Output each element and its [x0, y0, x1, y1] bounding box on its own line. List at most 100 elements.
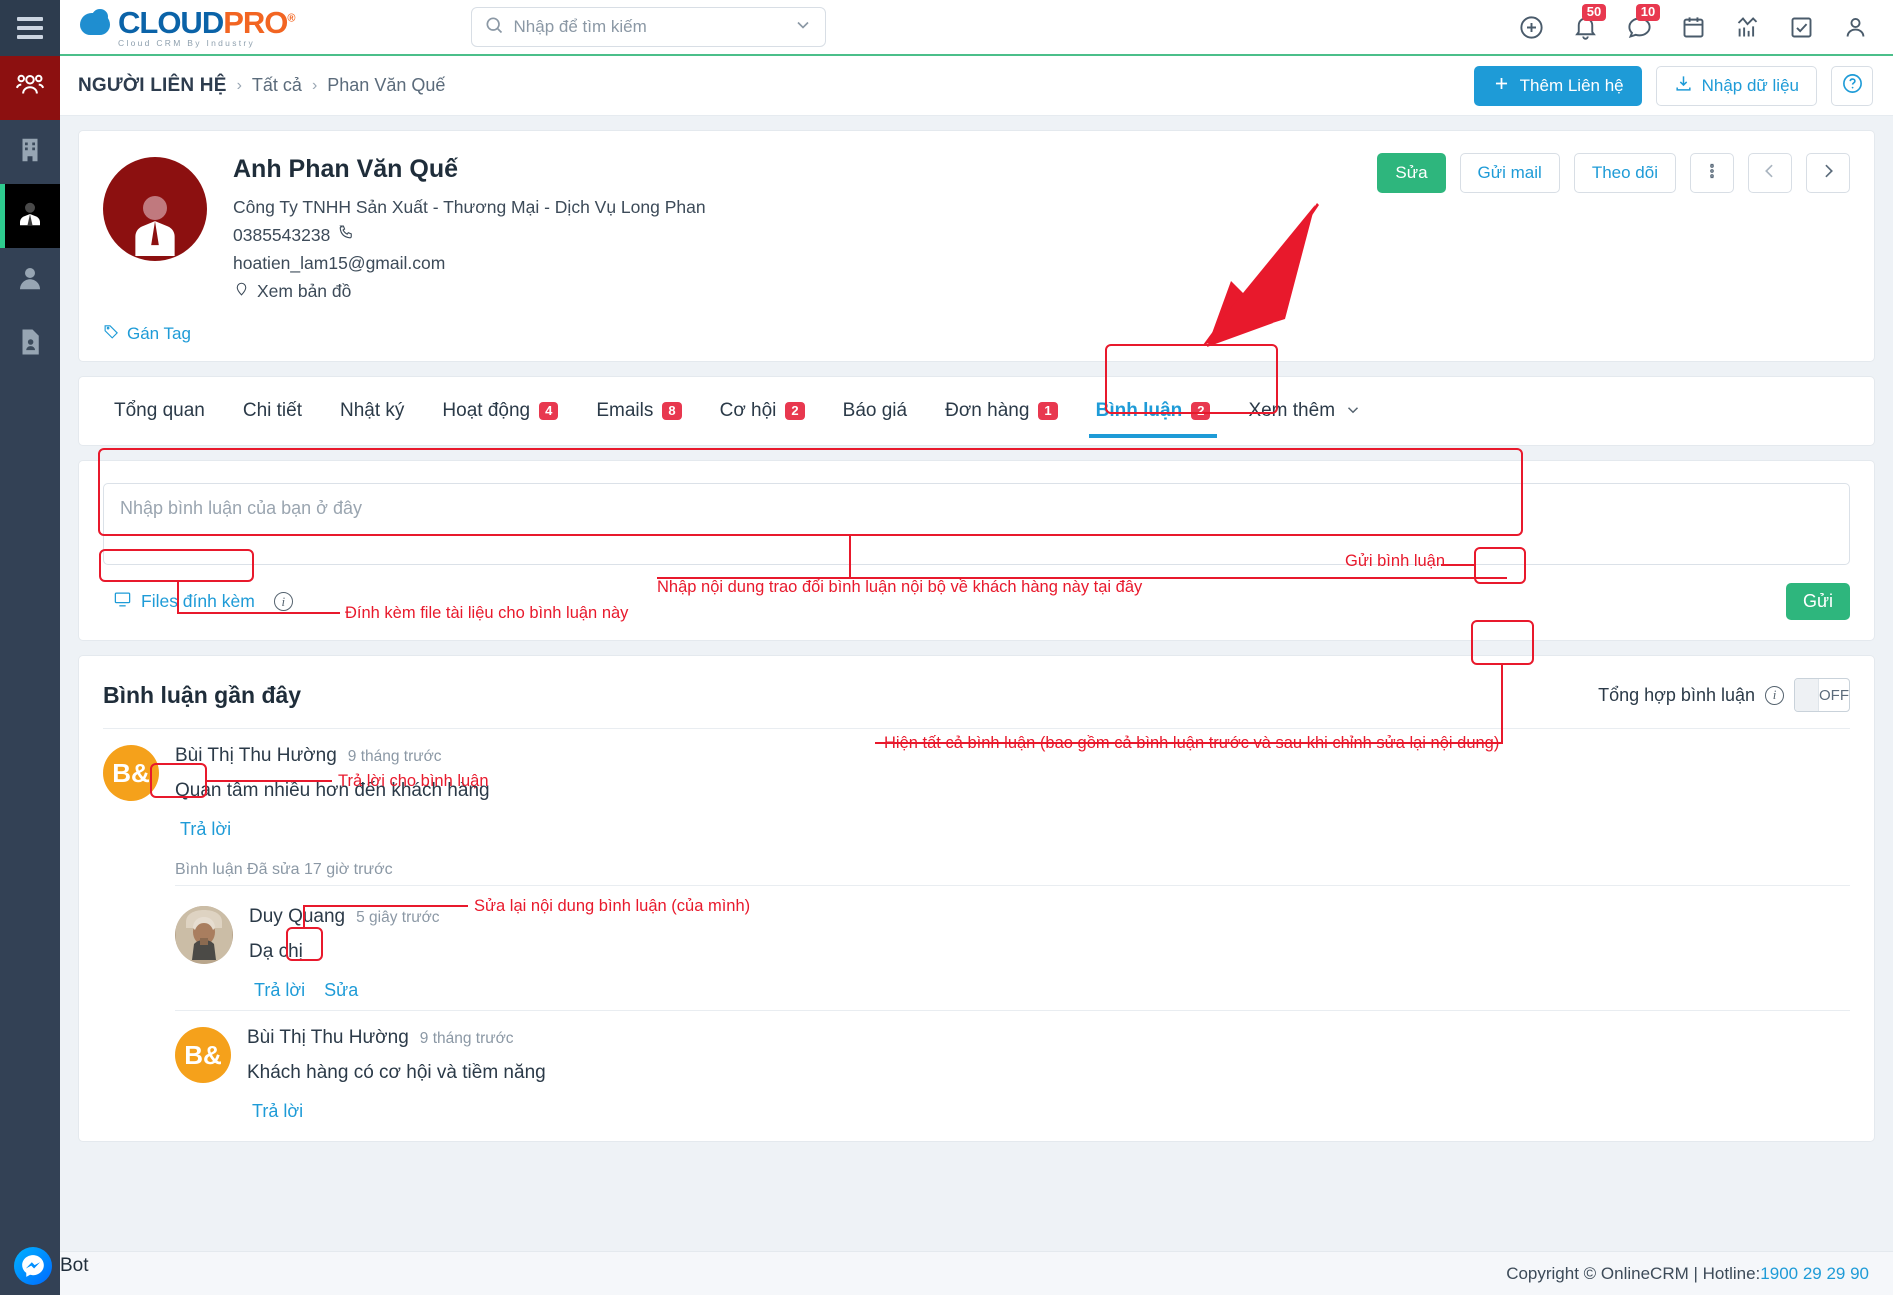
chevron-down-icon[interactable] [793, 15, 813, 40]
tab-badge: 2 [1191, 402, 1211, 420]
tab-tong-quan[interactable]: Tổng quan [95, 377, 224, 445]
add-contact-button[interactable]: Thêm Liên hệ [1473, 65, 1642, 106]
building-icon [15, 135, 45, 170]
contact-summary-card: Anh Phan Văn Quế Công Ty TNHH Sản Xuất -… [78, 130, 1875, 362]
reply-button[interactable]: Trả lời [249, 977, 310, 1004]
tab-chi-tiet[interactable]: Chi tiết [224, 377, 321, 445]
main-area: CLOUDPRO® Cloud CRM By Industry Nhập để … [60, 0, 1893, 1295]
send-mail-button[interactable]: Gửi mail [1459, 153, 1560, 193]
info-circle-icon[interactable]: i [1765, 685, 1784, 705]
user-account-icon[interactable] [1841, 13, 1869, 41]
logo-cloud-text: CLOUD [118, 4, 224, 40]
reply-button[interactable]: Trả lời [175, 816, 236, 843]
breadcrumb-separator-1: › [236, 76, 242, 94]
assign-tag-button[interactable]: Gán Tag [103, 323, 191, 345]
copyright-text: Copyright © OnlineCRM | Hotline: [1506, 1263, 1761, 1283]
comment-author: Bùi Thị Thu Hường [247, 1027, 409, 1048]
info-circle-icon[interactable]: i [273, 592, 293, 611]
toggle-knob [1795, 679, 1819, 711]
tab-label: Chi tiết [242, 400, 302, 421]
sidebar-item-contacts[interactable] [0, 56, 60, 120]
hamburger-menu-icon[interactable] [17, 17, 43, 39]
monitor-upload-icon [113, 590, 132, 614]
cloudpro-logo[interactable]: CLOUDPRO® Cloud CRM By Industry [78, 4, 296, 48]
reply-button[interactable]: Trả lời [247, 1098, 308, 1125]
contact-phone-row: 0385543238 [233, 221, 706, 249]
breadcrumb-current: Phan Văn Quế [327, 75, 446, 95]
tab-nhat-ky[interactable]: Nhật ký [321, 377, 423, 445]
attach-files-button[interactable]: Files đính kèm [103, 585, 265, 619]
tab-don-hang[interactable]: Đơn hàng 1 [926, 377, 1077, 445]
logo-tagline: Cloud CRM By Industry [118, 37, 256, 48]
tag-icon [103, 323, 120, 345]
tab-xem-them[interactable]: Xem thêm [1229, 377, 1381, 445]
page-footer: Copyright © OnlineCRM | Hotline: 1900 29… [60, 1251, 1893, 1295]
breadcrumb-root[interactable]: NGƯỜI LIÊN HỆ [78, 75, 227, 97]
chevron-right-icon [1818, 161, 1838, 186]
send-comment-button[interactable]: Gửi [1785, 583, 1850, 620]
messenger-label: Bot [60, 1255, 89, 1276]
aggregate-comments-toggle[interactable]: OFF [1794, 678, 1850, 712]
sidebar-item-leads[interactable] [0, 184, 60, 248]
breadcrumb: NGƯỜI LIÊN HỆ › Tất cả › Phan Văn Quế [78, 75, 445, 97]
composer-toolbar: Files đính kèm i Gửi [103, 583, 1850, 620]
bell-icon[interactable]: 50 [1571, 4, 1606, 41]
avatar [175, 906, 233, 964]
calendar-icon[interactable] [1679, 13, 1707, 41]
contact-email[interactable]: hoatien_lam15@gmail.com [233, 249, 706, 277]
tab-label: Emails [596, 400, 654, 421]
sidebar-item-users[interactable] [0, 248, 60, 312]
comment-replies: Duy Quang 5 giây trước Dạ chị Trả lời Sử… [175, 885, 1850, 1010]
more-actions-button[interactable] [1690, 153, 1734, 193]
location-pin-icon [233, 277, 250, 305]
breadcrumb-all[interactable]: Tất cả [252, 75, 302, 96]
chevron-left-icon [1760, 161, 1780, 186]
chart-icon[interactable] [1733, 13, 1761, 41]
tab-binh-luan[interactable]: Bình luận 2 [1077, 377, 1230, 445]
chevron-down-icon [1344, 401, 1362, 422]
user-avatar-icon [122, 184, 188, 261]
edit-comment-button[interactable]: Sửa [319, 977, 363, 1004]
detail-tabs: Tổng quan Chi tiết Nhật ký Hoạt động 4 E… [78, 376, 1875, 446]
tab-bao-gia[interactable]: Báo giá [824, 377, 926, 445]
add-icon[interactable] [1517, 13, 1545, 41]
view-map-row[interactable]: Xem bản đồ [233, 277, 706, 305]
chat-icon[interactable]: 10 [1625, 4, 1660, 41]
attach-files-label: Files đính kèm [141, 591, 255, 611]
follow-button[interactable]: Theo dõi [1573, 153, 1676, 193]
person-icon [15, 263, 45, 298]
comment-input[interactable]: Nhập bình luận của bạn ở đây [103, 483, 1850, 565]
search-input[interactable]: Nhập để tìm kiếm [470, 7, 826, 47]
help-button[interactable] [1831, 65, 1873, 106]
tab-hoat-dong[interactable]: Hoạt động 4 [423, 377, 577, 445]
comment-actions: Trả lời [247, 1098, 1850, 1125]
task-check-icon[interactable] [1787, 13, 1815, 41]
comment-text: Khách hàng có cơ hội và tiềm năng [247, 1062, 546, 1083]
tab-label: Báo giá [842, 400, 908, 421]
messenger-chat-widget[interactable]: Bot [14, 1247, 89, 1285]
tab-emails[interactable]: Emails 8 [577, 377, 700, 445]
phone-icon[interactable] [337, 221, 355, 249]
comment-composer: Nhập bình luận của bạn ở đây Files đính … [78, 460, 1875, 641]
avatar: B& [103, 745, 159, 801]
hamburger-menu-button[interactable] [0, 0, 60, 56]
sidebar-item-documents[interactable] [0, 312, 60, 376]
next-record-button[interactable] [1806, 153, 1850, 193]
import-data-button[interactable]: Nhập dữ liệu [1655, 65, 1817, 106]
prev-record-button[interactable] [1748, 153, 1792, 193]
comment-time: 9 tháng trước [419, 1030, 514, 1047]
edit-button[interactable]: Sửa [1377, 153, 1446, 193]
tab-co-hoi[interactable]: Cơ hội 2 [701, 377, 824, 445]
sidebar-item-companies[interactable] [0, 120, 60, 184]
comment-author: Duy Quang [249, 906, 346, 927]
aggregate-comments-control: Tổng hợp bình luận i OFF [1598, 678, 1850, 712]
hotline-link[interactable]: 1900 29 29 90 [1760, 1264, 1869, 1284]
add-contact-label: Thêm Liên hệ [1519, 75, 1624, 95]
comment-actions: Trả lời Sửa [249, 977, 1850, 1004]
people-icon [15, 71, 45, 106]
tag-row: Gán Tag [103, 323, 1850, 345]
tab-label: Bình luận [1095, 400, 1183, 421]
user-photo-icon [176, 906, 232, 964]
help-circle-icon [1841, 72, 1864, 100]
comment-input-placeholder: Nhập bình luận của bạn ở đây [120, 498, 362, 518]
